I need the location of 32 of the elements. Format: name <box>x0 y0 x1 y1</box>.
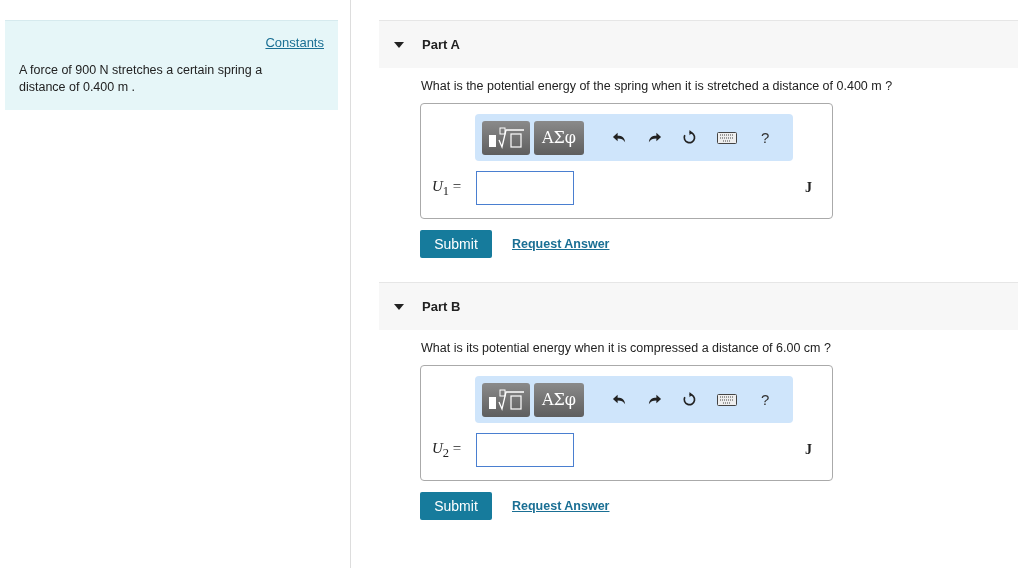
submit-button[interactable]: Submit <box>420 492 492 520</box>
request-answer-link[interactable]: Request Answer <box>512 499 610 513</box>
caret-icon <box>394 303 404 310</box>
constants-link[interactable]: Constants <box>265 35 324 50</box>
reset-icon[interactable] <box>682 392 697 407</box>
part-header[interactable]: Part A <box>379 20 1018 68</box>
question-text: What is its potential energy when it is compressed a distance of 6.00 cm ? <box>421 341 832 355</box>
variable-label: U$_{1}$ = <box>432 177 463 199</box>
template-button[interactable] <box>482 120 530 155</box>
reset-icon[interactable] <box>682 130 697 145</box>
variable-label: U$_{2}$ = <box>432 439 463 461</box>
answer-field[interactable] <box>476 171 574 205</box>
part-header[interactable]: Part B <box>379 282 1018 330</box>
unit-label: J <box>805 180 812 196</box>
caret-icon <box>394 41 404 48</box>
help-button[interactable]: ? <box>757 129 774 146</box>
radical-template-icon <box>486 125 526 150</box>
help-button[interactable]: ? <box>757 391 774 408</box>
submit-button[interactable]: Submit <box>420 230 492 258</box>
problem-text: A force of 900 N stretches a certain spring a distance of 0.400 m . <box>19 62 264 96</box>
symbols-button[interactable]: ΑΣφ <box>534 382 584 417</box>
answer-field[interactable] <box>476 433 574 467</box>
request-answer-link[interactable]: Request Answer <box>512 237 610 251</box>
unit-label: J <box>805 442 812 458</box>
question-text: What is the potential energy of the spring when it is stretched a distance of 0.400 m ? <box>421 79 894 93</box>
symbols-button[interactable]: ΑΣφ <box>534 120 584 155</box>
keyboard-icon[interactable] <box>717 131 737 144</box>
part-title: Part A <box>422 37 460 52</box>
radical-template-icon <box>486 387 526 412</box>
keyboard-icon[interactable] <box>717 393 737 406</box>
template-button[interactable] <box>482 382 530 417</box>
part-title: Part B <box>422 299 461 314</box>
